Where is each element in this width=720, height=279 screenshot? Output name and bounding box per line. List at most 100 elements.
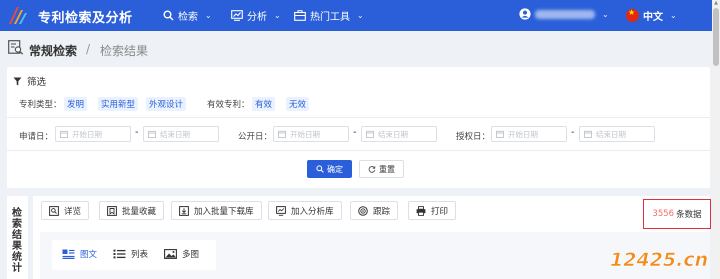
china-flag-icon bbox=[626, 9, 639, 22]
date-range-separator: - bbox=[571, 127, 575, 138]
batch-favorite-button[interactable]: 批量收藏 bbox=[99, 201, 165, 220]
result-count-number: 3556 bbox=[652, 209, 675, 219]
nav-analysis[interactable]: 分析 ⌄ bbox=[231, 8, 281, 23]
user-name bbox=[535, 9, 595, 19]
application-date-label: 申请日： bbox=[19, 132, 54, 142]
tab-list-label: 列表 bbox=[131, 250, 149, 260]
date-range-separator: - bbox=[135, 127, 139, 138]
patent-type-invention[interactable]: 发明 bbox=[64, 97, 88, 111]
search-icon bbox=[316, 165, 324, 173]
add-batch-download-button[interactable]: 加入批量下载库 bbox=[171, 201, 262, 220]
filter-divider bbox=[7, 150, 710, 151]
tab-image-text[interactable]: 图文 bbox=[62, 248, 97, 260]
search-icon bbox=[163, 10, 174, 21]
nav-analysis-label: 分析 bbox=[247, 12, 267, 23]
multi-image-icon bbox=[164, 249, 177, 259]
result-count-unit: 条数据 bbox=[676, 210, 702, 220]
patent-type-utility-model[interactable]: 实用新型 bbox=[98, 97, 139, 111]
application-date-start-input[interactable]: 开始日期 bbox=[55, 126, 131, 142]
nav-search-label: 检索 bbox=[178, 12, 198, 23]
date-placeholder: 开始日期 bbox=[290, 129, 320, 139]
detail-view-label: 详览 bbox=[64, 206, 82, 217]
add-batch-download-label: 加入批量下载库 bbox=[194, 206, 254, 217]
image-text-icon bbox=[62, 249, 75, 259]
chevron-down-icon: ⌄ bbox=[357, 11, 364, 20]
calendar-icon bbox=[584, 130, 592, 138]
calendar-icon bbox=[278, 130, 286, 138]
filter-header[interactable]: 筛选 bbox=[13, 74, 46, 88]
grant-date-start-input[interactable]: 开始日期 bbox=[491, 126, 567, 142]
confirm-button-label: 确定 bbox=[327, 164, 343, 174]
user-menu[interactable]: ⌄ bbox=[519, 8, 609, 20]
chevron-down-icon: ⌄ bbox=[670, 11, 677, 20]
scrollbar-thumb[interactable] bbox=[713, 8, 719, 66]
detail-icon bbox=[49, 205, 59, 216]
print-label: 打印 bbox=[431, 206, 449, 217]
toolbox-icon bbox=[294, 10, 306, 21]
batch-favorite-label: 批量收藏 bbox=[122, 206, 157, 217]
grant-date-end-input[interactable]: 结束日期 bbox=[579, 126, 655, 142]
breadcrumb-item-search-results: 检索结果 bbox=[100, 44, 149, 58]
chevron-down-icon: ⌄ bbox=[274, 11, 281, 20]
svg-text:12425.cn: 12425.cn bbox=[610, 249, 708, 271]
patent-type-label: 专利类型： bbox=[19, 100, 62, 110]
download-icon bbox=[179, 205, 189, 216]
detail-view-button[interactable]: 详览 bbox=[41, 201, 90, 220]
user-icon bbox=[519, 8, 531, 20]
calendar-icon bbox=[60, 130, 68, 138]
nav-tools[interactable]: 热门工具 ⌄ bbox=[294, 8, 364, 23]
tab-multi-image-label: 多图 bbox=[182, 250, 200, 260]
valid-patent-invalid[interactable]: 无效 bbox=[286, 97, 310, 111]
list-icon bbox=[113, 249, 126, 259]
language-label: 中文 bbox=[643, 12, 663, 23]
analysis-icon bbox=[276, 205, 286, 216]
track-button[interactable]: 跟踪 bbox=[350, 201, 399, 220]
application-date-end-input[interactable]: 结束日期 bbox=[143, 126, 219, 142]
date-placeholder: 开始日期 bbox=[72, 129, 102, 139]
track-icon bbox=[358, 205, 368, 216]
statistics-side-title[interactable]: 检索结果统计 bbox=[12, 208, 24, 274]
valid-patent-valid[interactable]: 有效 bbox=[252, 97, 276, 111]
tab-multi-image[interactable]: 多图 bbox=[164, 248, 199, 260]
site-watermark-logo: 12425.cn bbox=[610, 249, 709, 272]
filter-divider bbox=[7, 117, 710, 118]
add-analysis-library-label: 加入分析库 bbox=[291, 206, 334, 217]
app-title[interactable]: 专利检索及分析 bbox=[38, 7, 133, 26]
calendar-icon bbox=[496, 130, 504, 138]
app-logo-icon[interactable] bbox=[6, 5, 30, 26]
grant-date-label: 授权日： bbox=[456, 132, 491, 142]
confirm-button[interactable]: 确定 bbox=[307, 160, 352, 178]
chevron-down-icon: ⌄ bbox=[602, 9, 609, 19]
top-navigation-bar: 专利检索及分析 检索 ⌄ 分析 ⌄ 热门工具 ⌄ ⌄ ★ 中文 ⌄ bbox=[0, 0, 712, 31]
patent-type-design[interactable]: 外观设计 bbox=[146, 97, 187, 111]
tab-image-text-label: 图文 bbox=[80, 250, 98, 260]
print-icon bbox=[416, 205, 426, 216]
calendar-icon bbox=[148, 130, 156, 138]
filter-title: 筛选 bbox=[27, 77, 47, 88]
date-placeholder: 开始日期 bbox=[508, 129, 538, 139]
add-analysis-library-button[interactable]: 加入分析库 bbox=[268, 201, 342, 220]
print-button[interactable]: 打印 bbox=[408, 201, 457, 220]
calendar-icon bbox=[366, 130, 374, 138]
filter-icon bbox=[13, 77, 22, 85]
tab-list[interactable]: 列表 bbox=[113, 248, 148, 260]
chart-icon bbox=[231, 10, 243, 21]
date-range-separator: - bbox=[353, 127, 357, 138]
scroll-up-arrow-icon[interactable]: ▲ bbox=[713, 0, 719, 6]
breadcrumb-separator: / bbox=[86, 42, 91, 56]
bookmark-icon bbox=[107, 205, 117, 216]
nav-search[interactable]: 检索 ⌄ bbox=[163, 8, 212, 23]
language-selector[interactable]: 中文 ⌄ bbox=[626, 8, 677, 23]
result-count-badge: 3556 条数据 bbox=[643, 199, 711, 229]
date-placeholder: 结束日期 bbox=[378, 129, 408, 139]
search-list-icon bbox=[8, 40, 24, 55]
publication-date-start-input[interactable]: 开始日期 bbox=[273, 126, 349, 142]
nav-tools-label: 热门工具 bbox=[310, 12, 350, 23]
reset-button[interactable]: 重置 bbox=[359, 160, 404, 178]
publication-date-end-input[interactable]: 结束日期 bbox=[361, 126, 437, 142]
date-placeholder: 结束日期 bbox=[160, 129, 190, 139]
publication-date-label: 公开日： bbox=[238, 132, 273, 142]
breadcrumb-item-regular-search[interactable]: 常规检索 bbox=[29, 42, 77, 59]
reset-button-label: 重置 bbox=[379, 164, 395, 174]
date-placeholder: 结束日期 bbox=[596, 129, 626, 139]
